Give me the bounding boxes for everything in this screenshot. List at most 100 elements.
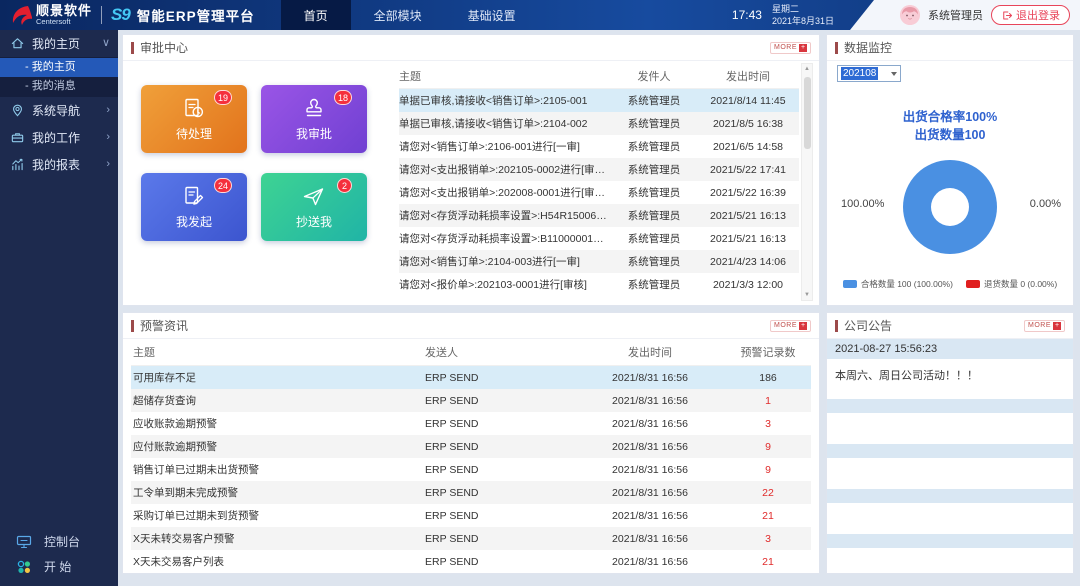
message-time: 2021/5/22 17:41 — [710, 163, 786, 176]
more-plus-icon: + — [1053, 321, 1061, 330]
period-select[interactable]: 202108 — [837, 65, 901, 82]
approval-row[interactable]: 请您对<存货浮动耗损率设置>:H54R15006002进行[审核] 系统管理员 20… — [399, 204, 799, 227]
panel-accent-bar — [835, 41, 838, 54]
alert-time: 2021/8/31 16:56 — [612, 463, 688, 476]
document-clock-icon — [185, 98, 204, 118]
approval-row[interactable]: 请您对<报价单>:202103-0001进行[审核] 系统管理员 2021/3/3 … — [399, 273, 799, 296]
alert-row[interactable]: 超储存货查询 ERP SEND 2021/8/31 16:56 1 — [131, 389, 811, 412]
sidebar-item-label: 我的工作 — [32, 131, 81, 145]
alert-row[interactable]: 采购订单已过期未到货预警 ERP SEND 2021/8/31 16:56 21 — [131, 504, 811, 527]
alert-row[interactable]: 应付账款逾期预警 ERP SEND 2021/8/31 16:56 9 — [131, 435, 811, 458]
message-subject: 单据已审核,请接收<销售订单>:2105-001 — [399, 95, 588, 107]
approval-body: 19 待处理 18 我审批 24 我发起 2 抄送我 主题 发件人 发出时间 单… — [123, 61, 819, 305]
approval-row[interactable]: 请您对<存货浮动耗损率设置>:B11000001进行[审核] 系统管理员 2021/… — [399, 227, 799, 250]
approval-row[interactable]: 单据已审核,请接收<销售订单>:2104-002 系统管理员 2021/8/5 16… — [399, 112, 799, 135]
sidebar-item-my-work[interactable]: 我的工作 › — [0, 124, 118, 151]
sidebar-item-my-home[interactable]: 我的主页 ∨ — [0, 30, 118, 57]
nav-basic-settings[interactable]: 基础设置 — [445, 0, 539, 30]
approval-row[interactable]: 请您对<销售订单>:2106-001进行[一审] 系统管理员 2021/6/5 14… — [399, 135, 799, 158]
alert-row[interactable]: 销售订单已过期未出货预警 ERP SEND 2021/8/31 16:56 9 — [131, 458, 811, 481]
approval-more-button[interactable]: MORE + — [770, 41, 811, 54]
alert-subject: 可用库存不足 — [133, 372, 196, 384]
avatar-face-icon — [900, 5, 920, 25]
s9-logo: S9 — [111, 5, 131, 24]
brand-name: 顺景软件 — [36, 3, 93, 19]
scroll-up-icon[interactable]: ▲ — [804, 65, 810, 73]
alert-news-panel: 预警资讯 MORE + 主题 发送人 发出时间 预警记录数 可用库存不足 ERP … — [122, 312, 820, 574]
logout-button[interactable]: 退出登录 — [991, 5, 1070, 25]
approval-row[interactable]: 请您对<支出报销单>:202008-0001进行[审核] 系统管理员 2021/5/… — [399, 181, 799, 204]
panel-title: 审批中心 — [140, 41, 189, 55]
tile-my-approvals[interactable]: 18 我审批 — [261, 85, 367, 153]
notice-empty-date-bar — [827, 534, 1073, 548]
tile-label: 我发起 — [175, 215, 212, 229]
alert-count: 3 — [765, 532, 771, 545]
panel-title: 公司公告 — [844, 319, 893, 333]
chevron-down-icon: ∨ — [101, 37, 110, 49]
approval-center-panel: 审批中心 MORE + 19 待处理 18 我审批 24 我发起 2 抄送我 主… — [122, 34, 820, 306]
donut-right-label: 0.00% — [1029, 198, 1061, 210]
notice-empty-row — [827, 413, 1073, 444]
legend-label: 退货数量 0 (0.00%) — [983, 279, 1058, 289]
document-edit-icon — [185, 186, 204, 205]
current-time: 17:43 — [731, 8, 762, 22]
alert-time: 2021/8/31 16:56 — [612, 509, 688, 522]
alert-rows: 可用库存不足 ERP SEND 2021/8/31 16:56 186 超储存货查询 ER… — [131, 366, 811, 573]
chart-icon — [12, 158, 23, 171]
alert-sender: ERP SEND — [425, 463, 479, 476]
console-button[interactable]: 控制台 — [0, 529, 118, 554]
start-button[interactable]: 开 始 — [0, 554, 118, 579]
alerts-panel-header: 预警资讯 MORE + — [123, 313, 819, 339]
tile-cc-to-me[interactable]: 2 抄送我 — [261, 173, 367, 241]
sidebar-item-my-reports[interactable]: 我的报表 › — [0, 151, 118, 178]
alerts-more-button[interactable]: MORE + — [770, 319, 811, 332]
sidebar: 我的主页 ∨ - 我的主页 - 我的消息 系统导航 › 我的工作 › 我的报表 … — [0, 30, 118, 586]
legend-item-return: 退货数量 0 (0.00%) — [965, 278, 1058, 290]
approval-table: 主题 发件人 发出时间 单据已审核,请接收<销售订单>:2105-001 系统管理… — [399, 63, 813, 301]
avatar[interactable] — [900, 5, 920, 25]
start-label: 开 始 — [44, 560, 72, 574]
tile-initiated-by-me[interactable]: 24 我发起 — [141, 173, 247, 241]
briefcase-icon — [11, 133, 24, 143]
alert-row[interactable]: X天未转交易客户预警 ERP SEND 2021/8/31 16:56 3 — [131, 527, 811, 550]
date-label: 2021年8月31日 — [771, 16, 834, 26]
approval-row[interactable]: 单据已审核,请接收<销售订单>:2105-001 系统管理员 2021/8/14 1… — [399, 89, 799, 112]
chevron-right-icon: › — [106, 131, 110, 143]
approval-row[interactable]: 请您对<支出报销单>:202105-0002进行[审核] 系统管理员 2021/5/… — [399, 158, 799, 181]
notice-more-button[interactable]: MORE + — [1024, 319, 1065, 332]
chart-legend: 合格数量 100 (100.00%) 退货数量 0 (0.00%) — [837, 278, 1063, 290]
shipment-qty-text: 出货数量100 — [914, 128, 986, 142]
top-bar: 顺景软件 Centersoft S9 智能ERP管理平台 首页 全部模块 基础设… — [0, 0, 1080, 30]
alert-row[interactable]: 应收账款逾期预警 ERP SEND 2021/8/31 16:56 3 — [131, 412, 811, 435]
notice-empty-row — [827, 548, 1073, 573]
tile-label: 待处理 — [175, 127, 212, 141]
sidebar-subitem-my-messages[interactable]: - 我的消息 — [0, 77, 118, 96]
panel-title: 数据监控 — [844, 41, 893, 55]
tile-pending[interactable]: 19 待处理 — [141, 85, 247, 153]
sidebar-submenu: - 我的主页 - 我的消息 — [0, 57, 118, 97]
alert-row[interactable]: 工令单到期未完成预警 ERP SEND 2021/8/31 16:56 22 — [131, 481, 811, 504]
alert-row[interactable]: 可用库存不足 ERP SEND 2021/8/31 16:56 186 — [131, 366, 811, 389]
nav-all-modules[interactable]: 全部模块 — [351, 0, 445, 30]
nav-home[interactable]: 首页 — [280, 0, 351, 30]
message-sender: 系统管理员 — [627, 233, 681, 245]
notice-empty-date-bar — [827, 489, 1073, 503]
legend-item-pass: 合格数量 100 (100.00%) — [842, 278, 953, 290]
scrollbar-thumb[interactable] — [804, 77, 811, 149]
logout-icon — [1003, 11, 1012, 19]
badge-count: 19 — [213, 90, 232, 105]
alert-time: 2021/8/31 16:56 — [612, 486, 688, 499]
scroll-down-icon[interactable]: ▼ — [804, 291, 810, 299]
alerts-table-header: 主题 发送人 发出时间 预警记录数 — [131, 339, 811, 366]
message-time: 2021/5/22 16:39 — [710, 186, 786, 199]
sidebar-item-system-nav[interactable]: 系统导航 › — [0, 97, 118, 124]
alert-count: 186 — [759, 371, 777, 384]
legend-label: 合格数量 100 (100.00%) — [860, 279, 953, 289]
alert-sender: ERP SEND — [425, 417, 479, 430]
notice-content[interactable]: 本周六、周日公司活动！！！ — [827, 359, 1073, 399]
approval-row[interactable]: 请您对<销售订单>:2104-003进行[一审] 系统管理员 2021/4/23 1… — [399, 250, 799, 273]
sidebar-subitem-my-home[interactable]: - 我的主页 — [0, 58, 118, 77]
logo-divider — [101, 6, 103, 24]
alert-row[interactable]: X天未交易客户列表 ERP SEND 2021/8/31 16:56 21 — [131, 550, 811, 573]
table-scrollbar[interactable]: ▲ ▼ — [801, 63, 813, 301]
